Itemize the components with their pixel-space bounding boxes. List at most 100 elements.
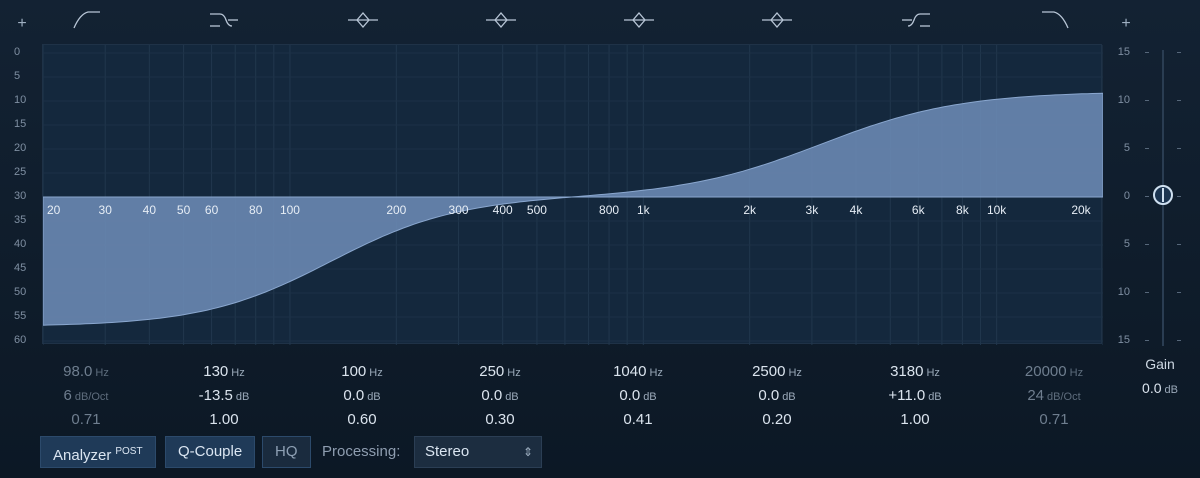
gain-slider-knob[interactable] [1153,185,1173,205]
band-frequency[interactable]: 20000 Hz [989,360,1119,384]
freq-label: 40 [143,203,157,217]
freq-label: 300 [449,203,469,217]
gain-tick [1177,340,1181,341]
freq-label: 100 [280,203,300,217]
peak-icon[interactable] [760,6,794,34]
processing-label: Processing: [322,443,401,460]
band-1-params: 98.0 Hz 6 dB/Oct 0.71 [21,360,151,432]
low-cut-icon[interactable] [70,6,104,34]
left-scale-label: 35 [14,214,27,226]
gain-tick [1177,148,1181,149]
band-gain[interactable]: -13.5 dB [159,384,289,408]
gain-title: Gain [1145,356,1175,372]
peak-icon[interactable] [346,6,380,34]
gain-tick [1145,244,1149,245]
band-frequency[interactable]: 3180 Hz [850,360,980,384]
peak-icon[interactable] [622,6,656,34]
left-scale-label: 50 [14,286,27,298]
freq-label: 8k [956,203,970,217]
left-scale-label: 30 [14,190,27,202]
freq-label: 30 [99,203,113,217]
left-scale-label: 55 [14,310,27,322]
freq-label: 800 [599,203,619,217]
freq-label: 2k [743,203,757,217]
channel-eq-window: + + 0 5 10 15 20 25 30 35 40 45 50 55 60 15 10 5 0 5 10 15… [0,0,1200,478]
plus-right-button[interactable]: + [1118,16,1134,32]
band-q[interactable]: 0.71 [989,408,1119,432]
left-scale-label: 40 [14,238,27,250]
band-q[interactable]: 0.20 [712,408,842,432]
left-scale-label: 45 [14,262,27,274]
gain-tick [1177,100,1181,101]
freq-label: 50 [177,203,191,217]
freq-label: 80 [249,203,263,217]
band-3-params: 100 Hz 0.0 dB 0.60 [297,360,427,432]
band-frequency[interactable]: 2500 Hz [712,360,842,384]
eq-curve [43,92,1103,326]
band-q[interactable]: 1.00 [159,408,289,432]
high-shelf-icon[interactable] [900,6,934,34]
gain-tick [1177,196,1181,197]
right-scale-label: 15 [1117,334,1130,346]
gain-value[interactable]: 0.0 dB [1128,380,1192,396]
freq-label: 6k [912,203,926,217]
plus-left-button[interactable]: + [14,16,30,32]
band-gain[interactable]: 0.0 dB [712,384,842,408]
freq-label: 10k [987,203,1007,217]
eq-graph[interactable]: 20 30 40 50 60 80 100 200 300 400 500 800 1k 2k 3k 4k 6k… [42,44,1103,345]
peak-icon[interactable] [484,6,518,34]
gain-tick [1145,196,1149,197]
gain-tick [1177,52,1181,53]
freq-label: 20 [47,203,61,217]
freq-label: 400 [493,203,513,217]
gain-tick [1145,100,1149,101]
band-q[interactable]: 1.00 [850,408,980,432]
high-cut-icon[interactable] [1040,6,1074,34]
band-frequency[interactable]: 1040 Hz [573,360,703,384]
right-scale-label: 15 [1117,46,1130,58]
band-5-params: 1040 Hz 0.0 dB 0.41 [573,360,703,432]
gain-tick [1177,244,1181,245]
hq-button[interactable]: HQ [262,436,311,468]
band-gain[interactable]: 0.0 dB [573,384,703,408]
freq-label: 1k [637,203,651,217]
band-frequency[interactable]: 98.0 Hz [21,360,151,384]
analyzer-button[interactable]: Analyzer POST [40,436,156,468]
band-gain[interactable]: 6 dB/Oct [21,384,151,408]
processing-select[interactable]: Stereo ⇕ [414,436,542,468]
left-scale-label: 25 [14,166,27,178]
band-4-params: 250 Hz 0.0 dB 0.30 [435,360,565,432]
band-gain[interactable]: 24 dB/Oct [989,384,1119,408]
band-frequency[interactable]: 100 Hz [297,360,427,384]
band-gain[interactable]: 0.0 dB [297,384,427,408]
right-scale-label: 0 [1123,190,1130,202]
low-shelf-icon[interactable] [206,6,240,34]
freq-label: 20k [1071,203,1091,217]
band-q[interactable]: 0.41 [573,408,703,432]
freq-label: 500 [527,203,547,217]
gain-panel: Gain 0.0 dB [1128,356,1192,396]
right-scale-label: 5 [1123,238,1130,250]
band-2-params: 130 Hz -13.5 dB 1.00 [159,360,289,432]
right-scale-label: 10 [1117,286,1130,298]
left-scale-label: 10 [14,94,27,106]
band-q[interactable]: 0.71 [21,408,151,432]
band-6-params: 2500 Hz 0.0 dB 0.20 [712,360,842,432]
band-frequency[interactable]: 250 Hz [435,360,565,384]
right-scale-label: 10 [1117,94,1130,106]
left-scale-label: 0 [14,46,21,58]
band-gain[interactable]: +11.0 dB [850,384,980,408]
gain-tick [1177,292,1181,293]
band-q[interactable]: 0.30 [435,408,565,432]
gain-tick [1145,340,1149,341]
left-scale-label: 60 [14,334,27,346]
left-scale-label: 20 [14,142,27,154]
right-scale-label: 5 [1123,142,1130,154]
band-q[interactable]: 0.60 [297,408,427,432]
band-8-params: 20000 Hz 24 dB/Oct 0.71 [989,360,1119,432]
freq-label: 200 [386,203,406,217]
band-gain[interactable]: 0.0 dB [435,384,565,408]
band-7-params: 3180 Hz +11.0 dB 1.00 [850,360,980,432]
band-frequency[interactable]: 130 Hz [159,360,289,384]
q-couple-button[interactable]: Q-Couple [165,436,256,468]
